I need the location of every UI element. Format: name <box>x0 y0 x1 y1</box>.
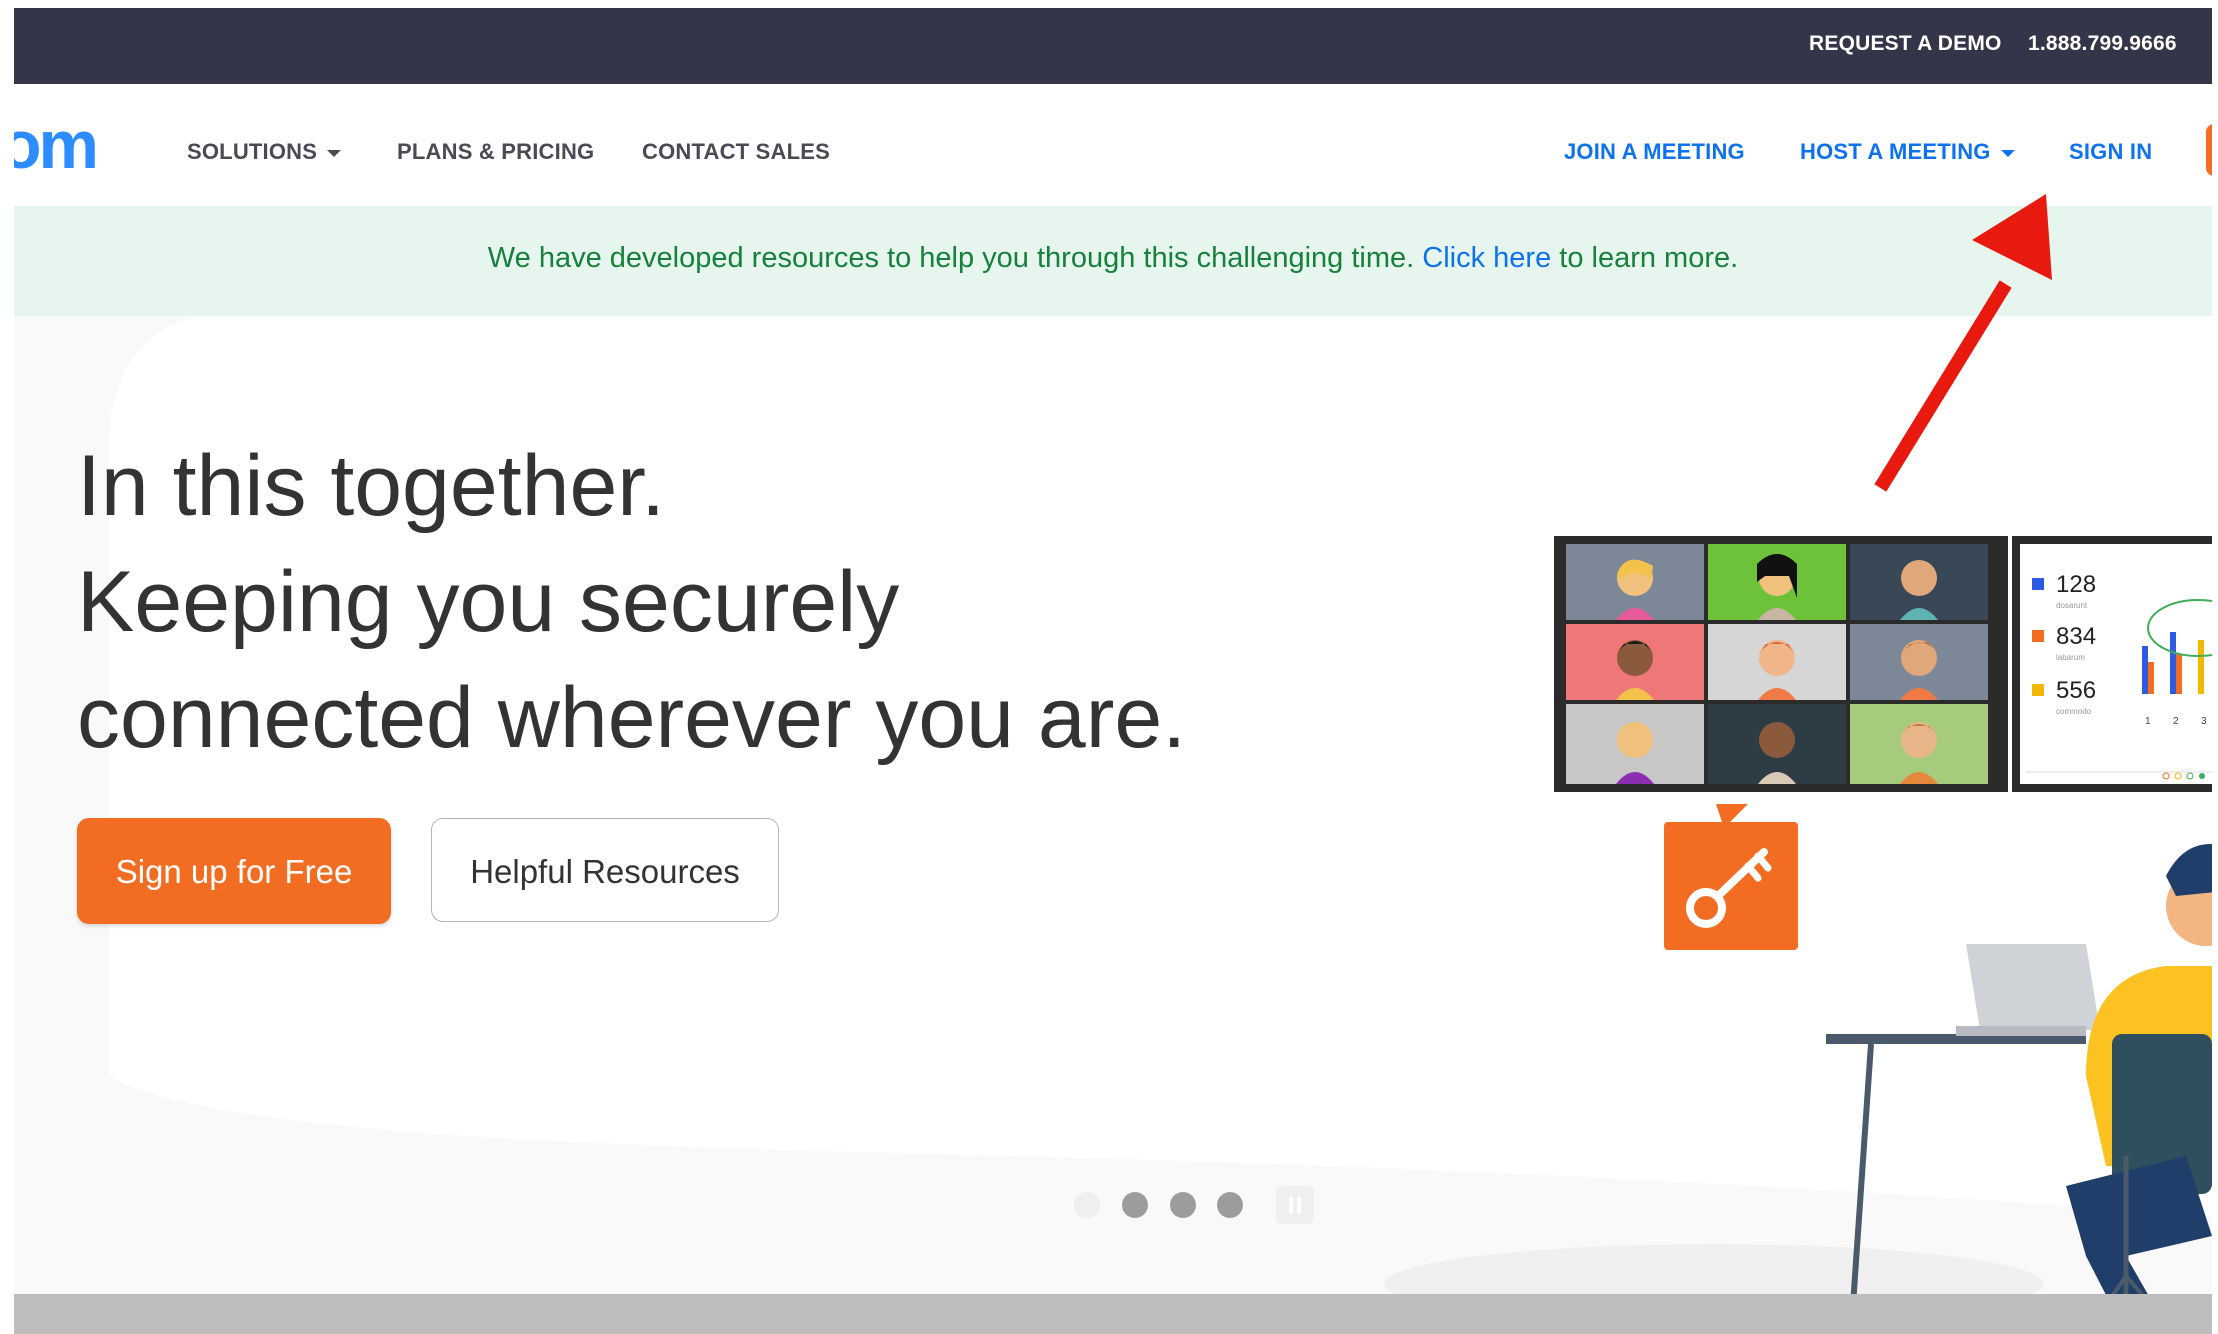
carousel-dot-2[interactable] <box>1122 1192 1148 1218</box>
person-at-desk <box>1826 844 2212 1334</box>
nav-sign-in[interactable]: SIGN IN <box>2069 139 2152 165</box>
chevron-down-icon <box>2000 149 2015 157</box>
stat-value-2: 834 <box>2056 623 2096 650</box>
nav-plans-pricing[interactable]: PLANS & PRICING <box>397 139 594 165</box>
nav-solutions[interactable]: SOLUTIONS <box>187 139 342 165</box>
section-divider <box>14 1294 2212 1334</box>
stat-caption-3: commodo <box>2056 707 2092 716</box>
carousel-dot-3[interactable] <box>1170 1192 1196 1218</box>
video-meeting-illustration: 128 dosarunt 834 labarum 556 commodo 1 2… <box>1554 536 2212 1334</box>
pause-icon <box>1289 1197 1293 1213</box>
headline-line-2: Keeping you securely <box>77 554 900 650</box>
request-demo-link[interactable]: REQUEST A DEMO <box>1809 32 2002 56</box>
zoom-logo[interactable]: om <box>14 122 124 174</box>
nav-contact-sales[interactable]: CONTACT SALES <box>642 139 830 165</box>
top-utility-bar: REQUEST A DEMO 1.888.799.9666 <box>14 8 2212 84</box>
nav-join-meeting[interactable]: JOIN A MEETING <box>1564 139 1745 165</box>
nav-host-meeting-label: HOST A MEETING <box>1800 139 1991 164</box>
axis-tick-1: 1 <box>2145 716 2151 727</box>
hero-section: In this together. Keeping you securely c… <box>14 316 2212 1334</box>
banner-message: We have developed resources to help you … <box>14 242 2212 275</box>
banner-click-here-link[interactable]: Click here <box>1422 242 1551 274</box>
main-navigation: om SOLUTIONS PLANS & PRICING CONTACT SAL… <box>14 84 2212 206</box>
sign-up-free-button[interactable]: Sign up for Free <box>77 818 391 924</box>
stat-value-1: 128 <box>2056 571 2096 598</box>
security-key-icon <box>1664 804 1798 950</box>
carousel-dot-4[interactable] <box>1217 1192 1243 1218</box>
headline-line-1: In this together. <box>77 438 666 534</box>
helpful-resources-button[interactable]: Helpful Resources <box>431 818 779 922</box>
sign-up-button-edge[interactable] <box>2206 124 2212 176</box>
stat-value-3: 556 <box>2056 677 2096 704</box>
logo-text: om <box>14 122 96 174</box>
banner-text-after: to learn more. <box>1551 242 1739 274</box>
banner-text-before: We have developed resources to help you … <box>487 242 1423 274</box>
chevron-down-icon <box>327 149 342 157</box>
carousel-pause-button[interactable] <box>1276 1186 1314 1224</box>
hero-headline: In this together. Keeping you securely c… <box>77 428 1186 776</box>
headline-line-3: connected wherever you are. <box>77 670 1187 766</box>
nav-solutions-label: SOLUTIONS <box>187 139 318 164</box>
axis-tick-2: 2 <box>2173 716 2179 727</box>
alert-banner: We have developed resources to help you … <box>14 206 2212 316</box>
nav-host-meeting[interactable]: HOST A MEETING <box>1800 139 2015 165</box>
axis-tick-3: 3 <box>2201 716 2207 727</box>
stat-caption-1: dosarunt <box>2056 601 2088 610</box>
stat-caption-2: labarum <box>2056 653 2085 662</box>
page: REQUEST A DEMO 1.888.799.9666 om SOLUTIO… <box>14 8 2212 1334</box>
carousel-dot-1[interactable] <box>1074 1192 1100 1218</box>
video-gallery-grid <box>1566 544 1988 784</box>
phone-number-link[interactable]: 1.888.799.9666 <box>2028 32 2177 56</box>
